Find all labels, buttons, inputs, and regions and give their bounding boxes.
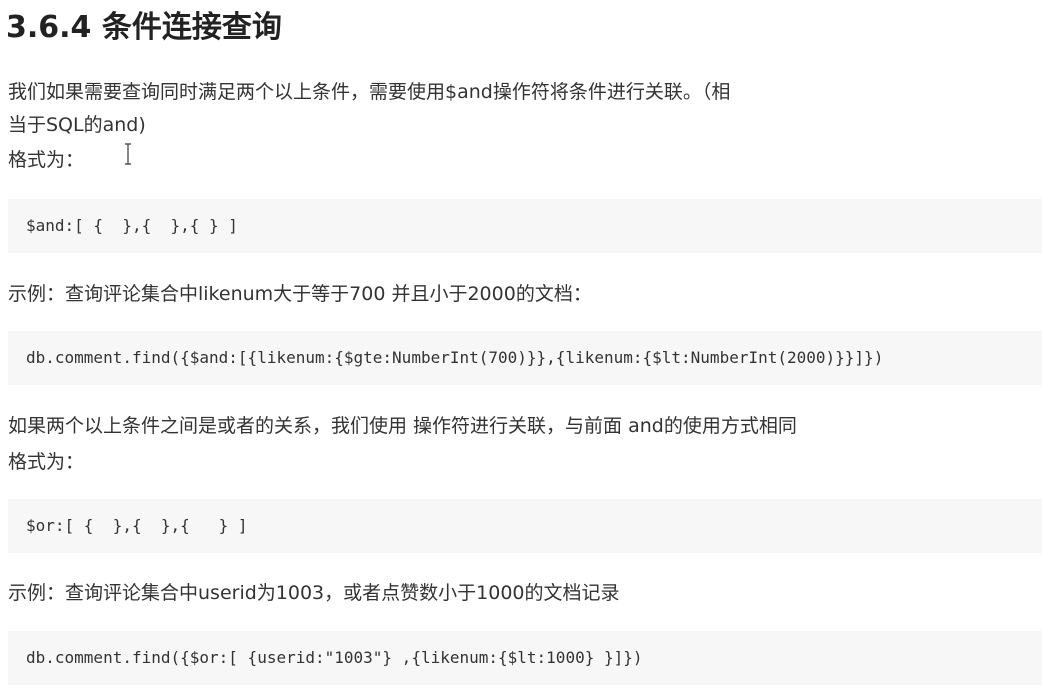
format-label-or: 格式为： <box>8 451 85 473</box>
code-block-and-format: $and:[ { },{ },{ } ] <box>8 199 1042 253</box>
format-label-and: 格式为： <box>8 149 85 171</box>
code-block-example-2: db.comment.find({$or:[ {userid:"1003"} ,… <box>8 631 1042 685</box>
or-intro-paragraph: 如果两个以上条件之间是或者的关系，我们使用 操作符进行关联，与前面 and的使用… <box>8 415 797 437</box>
code-and-format: $and:[ { },{ },{ } ] <box>26 216 238 235</box>
example-2-text: 示例：查询评论集合中userid为1003，或者点赞数小于1000的文档记录 <box>8 582 620 604</box>
section-heading: 3.6.4 条件连接查询 <box>6 10 282 45</box>
code-block-example-1: db.comment.find({$and:[{likenum:{$gte:Nu… <box>8 331 1042 385</box>
code-block-or-format: $or:[ { },{ },{ } ] <box>8 499 1042 553</box>
document-page: 3.6.4 条件连接查询 我们如果需要查询同时满足两个以上条件，需要使用$and… <box>0 0 1042 695</box>
code-example-1: db.comment.find({$and:[{likenum:{$gte:Nu… <box>26 348 884 367</box>
intro-paragraph-line-2: 当于SQL的and) <box>8 114 146 136</box>
intro-paragraph-line-1: 我们如果需要查询同时满足两个以上条件，需要使用$and操作符将条件进行关联。（相 <box>8 81 731 103</box>
code-example-2: db.comment.find({$or:[ {userid:"1003"} ,… <box>26 648 643 667</box>
example-1-text: 示例：查询评论集合中likenum大于等于700 并且小于2000的文档： <box>8 283 592 305</box>
code-or-format: $or:[ { },{ },{ } ] <box>26 516 248 535</box>
text-cursor-icon <box>125 143 131 165</box>
